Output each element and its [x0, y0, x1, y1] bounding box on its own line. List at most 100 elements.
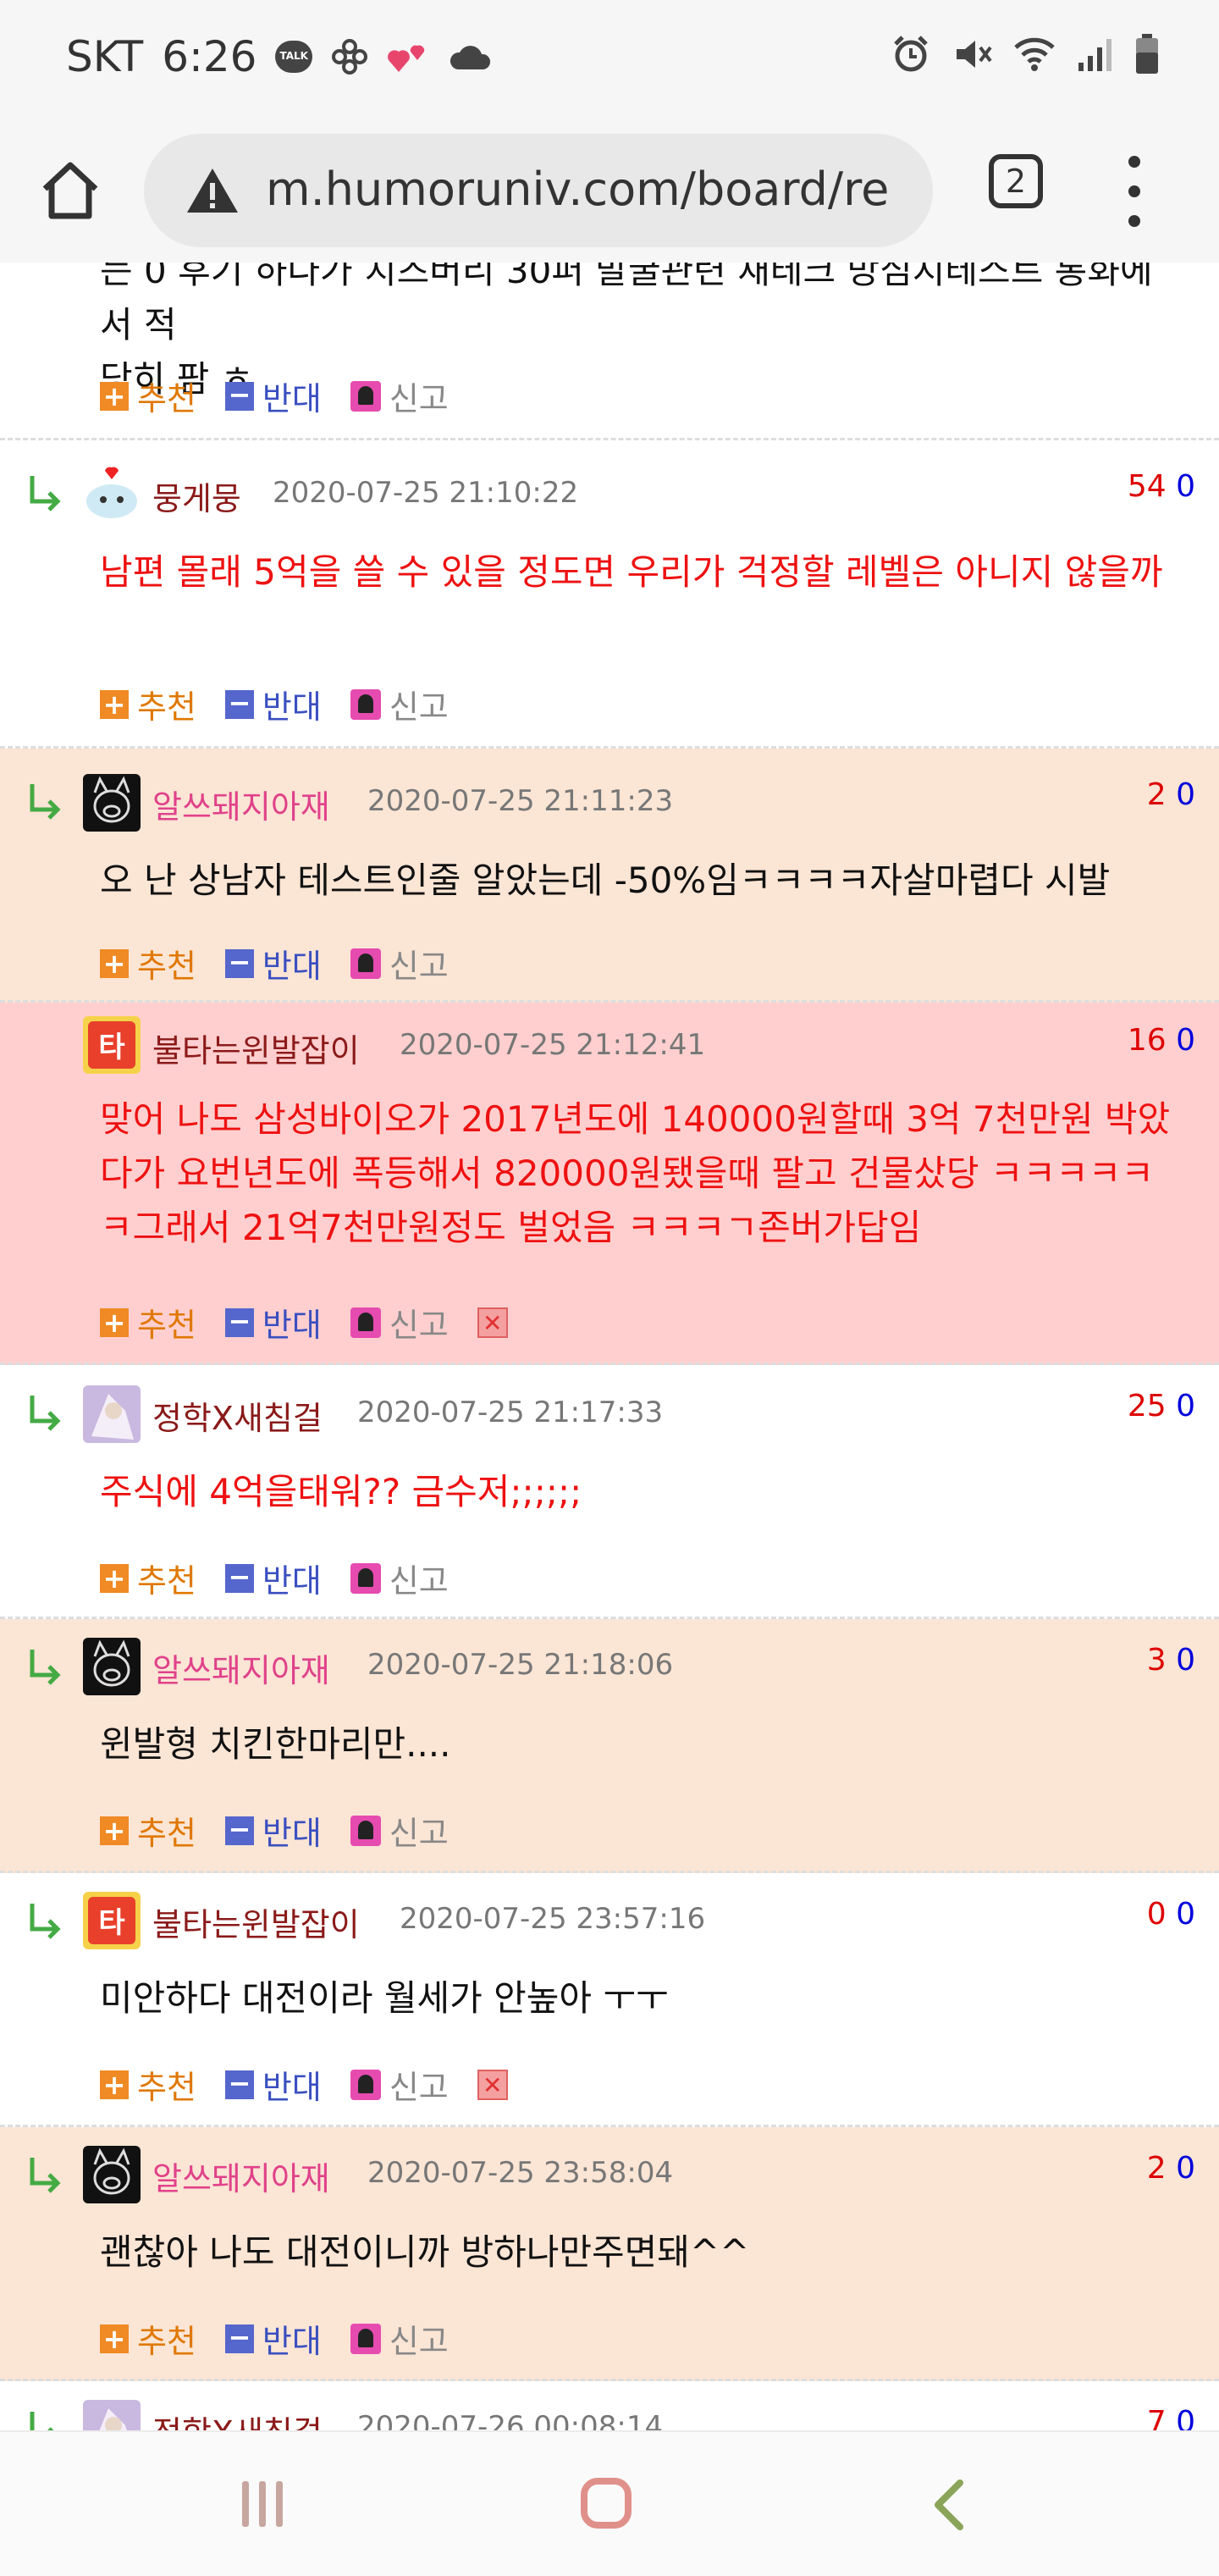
comment-author[interactable]: 불타는윈발잡이: [152, 1899, 360, 1945]
report-button[interactable]: 신고: [350, 2061, 449, 2108]
comment-actions: + 추천 − 반대 신고 ✕: [100, 1299, 508, 1346]
downvote-count: 0: [1176, 1897, 1195, 1932]
alarm-icon: [894, 36, 928, 72]
system-home-button[interactable]: [581, 2478, 632, 2529]
siren-icon: [350, 1562, 381, 1594]
upvote-count: 16: [1127, 1023, 1167, 1058]
comment-item: 타 불타는윈발잡이 2020-07-25 21:12:41 16 0 맞어 나도…: [0, 1003, 1219, 1365]
recommend-label: 추천: [137, 1562, 196, 1600]
avatar[interactable]: [83, 774, 141, 832]
recent-apps-button[interactable]: [242, 2481, 283, 2527]
oppose-button[interactable]: − 반대: [224, 1299, 322, 1346]
comment-list: 는 0 후기 하다가 치즈버리 30퍼 발굴관련 재테크 방심지테스트 통화에서…: [0, 263, 1219, 2430]
report-button[interactable]: 신고: [350, 1807, 449, 1854]
avatar[interactable]: [83, 2146, 141, 2203]
comment-actions: + 추천 − 반대 신고 ✕: [100, 2061, 508, 2108]
oppose-button[interactable]: − 반대: [224, 681, 322, 727]
comment-author[interactable]: 알쓰돼지아재: [152, 781, 330, 827]
comment-author[interactable]: 알쓰돼지아재: [152, 1645, 330, 1691]
oppose-button[interactable]: − 반대: [224, 940, 322, 987]
plus-icon: +: [100, 381, 129, 411]
reply-arrow-icon: [30, 1904, 61, 1939]
oppose-button[interactable]: − 반대: [224, 373, 322, 419]
oppose-label: 반대: [262, 948, 322, 985]
signal-icon: [1078, 39, 1111, 71]
comment-author[interactable]: 알쓰돼지아재: [152, 2153, 330, 2199]
report-button[interactable]: 신고: [350, 1555, 449, 1601]
downvote-count: 0: [1176, 469, 1195, 504]
overflow-menu-button[interactable]: [1117, 149, 1151, 234]
recommend-button[interactable]: + 추천: [100, 1299, 196, 1346]
home-button[interactable]: [32, 152, 108, 229]
comment-author[interactable]: 정학X새침걸: [152, 2407, 323, 2430]
avatar[interactable]: [83, 1638, 141, 1695]
comment-score: 7 0: [1147, 2405, 1195, 2430]
recommend-button[interactable]: + 추천: [100, 2315, 196, 2362]
avatar[interactable]: [83, 466, 141, 523]
cloud-icon: [450, 46, 491, 69]
talk-label: TALK: [279, 50, 308, 62]
kakaotalk-icon: TALK: [275, 41, 313, 73]
comment-date: 2020-07-25 21:17:33: [357, 1396, 664, 1429]
back-button[interactable]: [929, 2478, 967, 2532]
recommend-label: 추천: [137, 380, 196, 417]
minus-icon: −: [224, 2070, 254, 2099]
comment-author[interactable]: 정학X새침걸: [152, 1392, 323, 1439]
comment-actions: + 추천 − 반대 신고: [100, 1807, 477, 1854]
comment-author[interactable]: 불타는윈발잡이: [152, 1025, 360, 1071]
not-secure-warning-icon: [187, 169, 238, 213]
siren-icon: [350, 948, 381, 979]
url-text[interactable]: m.humoruniv.com/board/re: [266, 163, 889, 216]
siren-icon: [350, 2069, 381, 2100]
recommend-button[interactable]: + 추천: [100, 1555, 196, 1601]
recommend-button[interactable]: + 추천: [100, 2061, 196, 2108]
comment-actions: + 추천 − 반대 신고: [100, 2315, 477, 2362]
report-button[interactable]: 신고: [350, 681, 449, 727]
recommend-button[interactable]: + 추천: [100, 681, 196, 727]
comment-author[interactable]: 뭉게뭉: [152, 473, 241, 519]
oppose-button[interactable]: − 반대: [224, 1807, 322, 1854]
avatar[interactable]: [83, 2400, 141, 2430]
comment-score: 2 0: [1147, 2151, 1195, 2186]
upvote-count: 2: [1146, 2151, 1167, 2186]
downvote-count: 0: [1176, 1643, 1195, 1678]
tab-switcher-button[interactable]: 2: [989, 154, 1043, 208]
oppose-button[interactable]: − 반대: [224, 2315, 322, 2362]
reply-arrow-icon: [30, 476, 61, 511]
menu-dot: [1128, 185, 1140, 197]
report-button[interactable]: 신고: [350, 373, 449, 419]
plus-icon: +: [100, 948, 129, 978]
oppose-button[interactable]: − 반대: [224, 2061, 322, 2108]
status-left: SKT 6:26 TALK: [66, 32, 491, 81]
recommend-button[interactable]: + 추천: [100, 373, 196, 419]
avatar[interactable]: 타: [83, 1016, 141, 1074]
oppose-label: 반대: [262, 1307, 322, 1344]
delete-button[interactable]: ✕: [477, 1307, 508, 1338]
comment-date: 2020-07-26 00:08:14: [357, 2410, 664, 2430]
recommend-button[interactable]: + 추천: [100, 1807, 196, 1854]
siren-icon: [350, 2323, 381, 2354]
comment-text: 괜찮아 나도 대전이니까 방하나만주면돼^^: [100, 2231, 750, 2273]
address-bar[interactable]: m.humoruniv.com/board/re: [144, 134, 933, 247]
recommend-label: 추천: [137, 948, 196, 985]
report-button[interactable]: 신고: [350, 1299, 449, 1346]
avatar[interactable]: 타: [83, 1892, 141, 1949]
reply-arrow-icon: [30, 1396, 61, 1431]
svg-text:타: 타: [98, 1906, 124, 1940]
comment-item: 알쓰돼지아재 2020-07-25 21:18:06 3 0 윈발형 치킨한마리…: [0, 1619, 1219, 1873]
recent-apps-bar: [259, 2481, 266, 2527]
upvote-count: 54: [1127, 469, 1167, 504]
recommend-button[interactable]: + 추천: [100, 940, 196, 987]
comment-score: 3 0: [1147, 1643, 1195, 1678]
browser-toolbar: m.humoruniv.com/board/re 2: [0, 119, 1219, 263]
comment-date: 2020-07-25 21:18:06: [367, 1648, 674, 1682]
avatar[interactable]: [83, 1385, 141, 1443]
minus-icon: −: [224, 689, 254, 719]
report-button[interactable]: 신고: [350, 2315, 449, 2362]
delete-button[interactable]: ✕: [477, 2069, 508, 2100]
comment-item: 타 불타는윈발잡이 2020-07-25 23:57:16 0 0 미안하다 대…: [0, 1873, 1219, 2127]
oppose-button[interactable]: − 반대: [224, 1555, 322, 1601]
oppose-label: 반대: [262, 2323, 322, 2360]
report-button[interactable]: 신고: [350, 940, 449, 987]
svg-text:타: 타: [98, 1031, 124, 1064]
